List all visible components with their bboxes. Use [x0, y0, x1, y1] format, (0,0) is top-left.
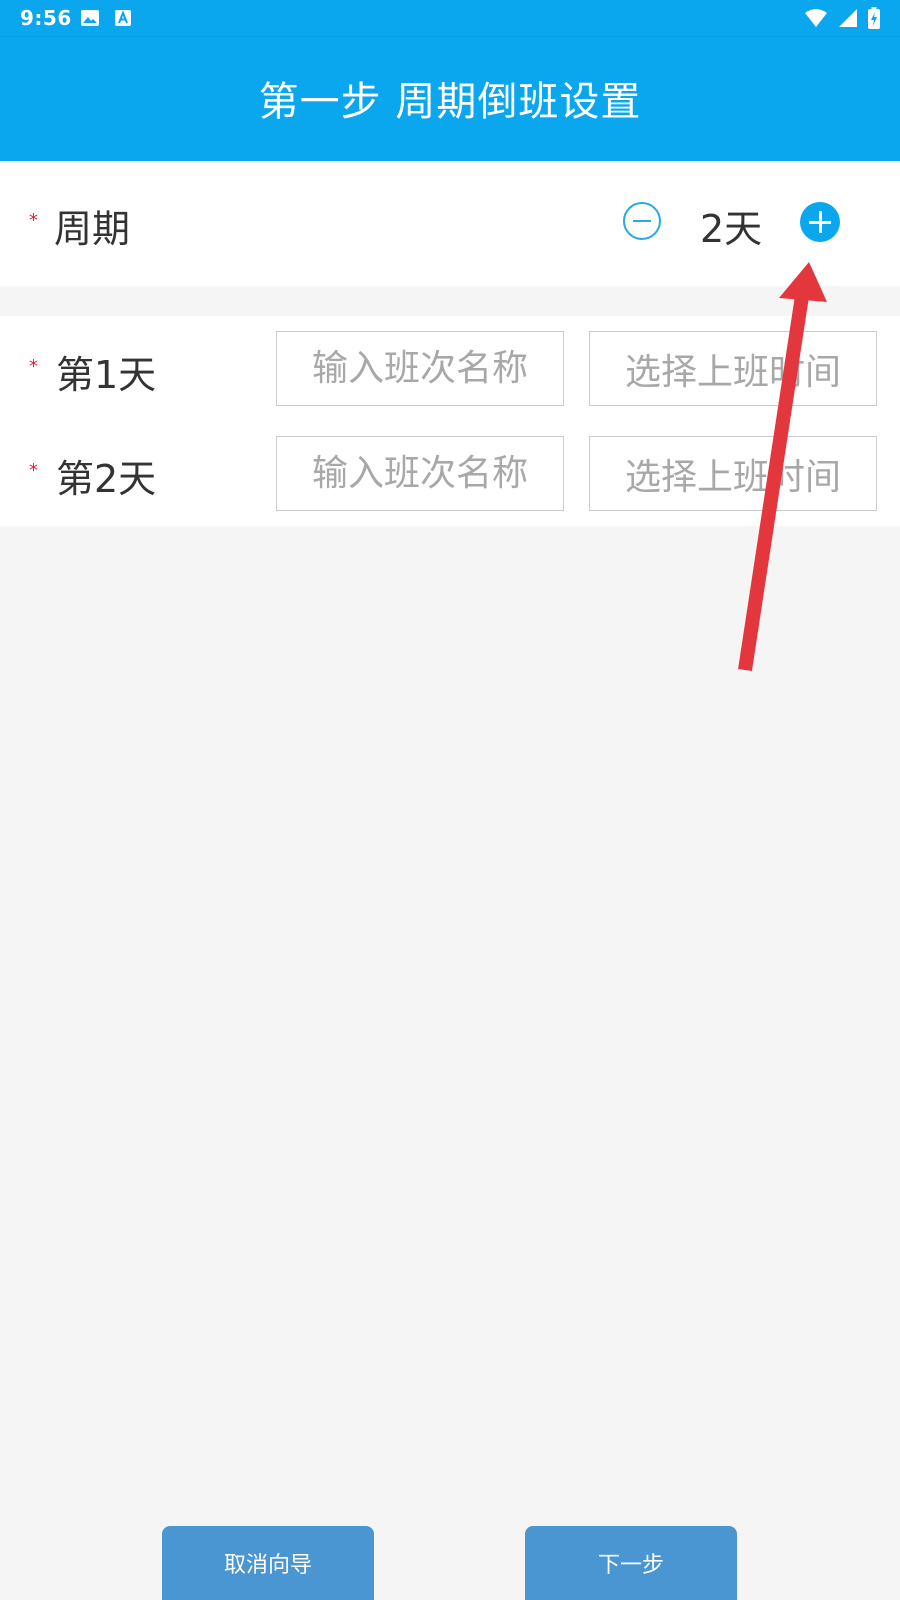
day-label: 第2天 [56, 457, 157, 501]
status-notification-icons [80, 9, 132, 27]
cellular-signal-icon [839, 9, 857, 27]
cancel-wizard-button[interactable]: 取消向导 [162, 1526, 374, 1600]
next-step-button[interactable]: 下一步 [525, 1526, 737, 1600]
required-mark: * [29, 210, 38, 231]
day-label: 第1天 [56, 353, 157, 397]
required-mark: * [29, 460, 38, 481]
shift-name-input[interactable] [276, 331, 564, 406]
image-notification-icon [81, 10, 99, 26]
decrement-icon[interactable] [623, 202, 661, 240]
shift-time-picker[interactable]: 选择上班时间 [589, 331, 877, 406]
battery-charging-icon [868, 7, 880, 29]
status-time: 9:56 [20, 6, 72, 30]
page-title: 第一步 周期倒班设置 [258, 78, 642, 125]
status-system-icons [804, 7, 880, 29]
cycle-value: 2天 [700, 207, 763, 251]
cycle-row [0, 161, 900, 286]
shift-time-picker[interactable]: 选择上班时间 [589, 436, 877, 511]
app-notification-icon [115, 10, 131, 26]
cycle-label: 周期 [54, 207, 131, 251]
shift-name-input[interactable] [276, 436, 564, 511]
required-mark: * [29, 356, 38, 377]
app-header: 第一步 周期倒班设置 [0, 36, 900, 162]
increment-icon[interactable] [800, 202, 840, 242]
wifi-icon [805, 9, 827, 27]
status-bar: 9:56 [0, 0, 900, 36]
